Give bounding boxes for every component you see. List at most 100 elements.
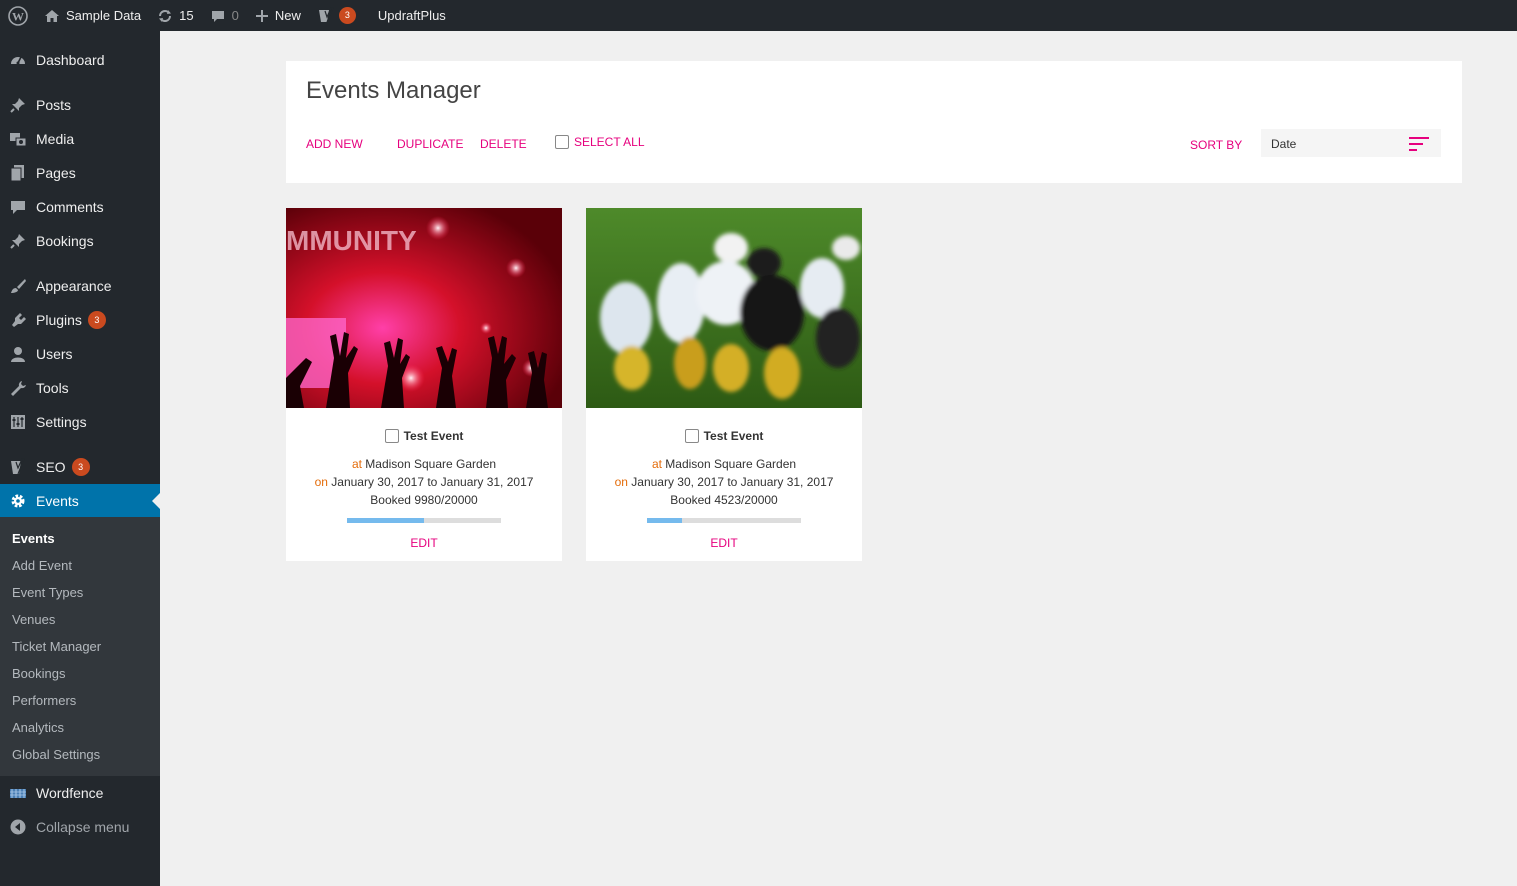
- home-icon: [44, 8, 60, 24]
- menu-plugins[interactable]: Plugins 3: [0, 303, 160, 337]
- menu-plugins-label: Plugins: [36, 312, 82, 328]
- plus-icon: [255, 9, 269, 23]
- comment-icon: [0, 198, 36, 216]
- submenu-bookings[interactable]: Bookings: [12, 666, 65, 681]
- collapse-menu-button[interactable]: Collapse menu: [0, 810, 160, 844]
- submenu-performers[interactable]: Performers: [12, 693, 76, 708]
- menu-tools[interactable]: Tools: [0, 371, 160, 405]
- wrench-icon: [0, 379, 36, 397]
- delete-button[interactable]: DELETE: [480, 137, 527, 151]
- menu-wordfence[interactable]: Wordfence: [0, 776, 160, 810]
- event-date-range: January 30, 2017 to January 31, 2017: [331, 475, 534, 489]
- event-title-label: Test Event: [703, 429, 764, 443]
- menu-tools-label: Tools: [36, 380, 69, 396]
- venue-keyword: at: [651, 457, 662, 471]
- updraftplus-link[interactable]: UpdraftPlus: [370, 0, 454, 31]
- submenu-venues[interactable]: Venues: [12, 612, 55, 627]
- menu-events[interactable]: Events: [0, 484, 160, 518]
- venue-keyword: at: [351, 457, 362, 471]
- event-venue: at Madison Square Garden: [286, 457, 562, 471]
- updraftplus-label: UpdraftPlus: [377, 8, 446, 23]
- image-sign-text: MMUNITY: [286, 225, 417, 256]
- site-name-link[interactable]: Sample Data: [36, 0, 149, 31]
- event-select-checkbox[interactable]: [684, 429, 699, 443]
- event-venue: at Madison Square Garden: [586, 457, 862, 471]
- gear-icon: [0, 492, 36, 510]
- submenu-analytics[interactable]: Analytics: [12, 720, 64, 735]
- dashboard-icon: [0, 51, 36, 69]
- updates-link[interactable]: 15: [149, 0, 201, 31]
- submenu-ticket-manager[interactable]: Ticket Manager: [12, 639, 101, 654]
- menu-dashboard[interactable]: Dashboard: [0, 43, 160, 77]
- event-dates: on January 30, 2017 to January 31, 2017: [286, 475, 562, 489]
- comments-link[interactable]: 0: [202, 0, 247, 31]
- menu-comments[interactable]: Comments: [0, 190, 160, 224]
- new-label: New: [274, 8, 301, 23]
- menu-appearance[interactable]: Appearance: [0, 269, 160, 303]
- booking-progress-fill: [347, 518, 424, 523]
- user-icon: [0, 345, 36, 363]
- menu-seo[interactable]: SEO 3: [0, 450, 160, 484]
- updates-count: 15: [179, 8, 194, 23]
- admin-bar: W Sample Data 15 0 New 3 UpdraftPlus: [0, 0, 1517, 31]
- yoast-icon: [317, 6, 335, 25]
- select-all[interactable]: SELECT ALL: [555, 135, 645, 149]
- menu-settings-label: Settings: [36, 414, 87, 430]
- event-title: Test Event: [586, 429, 862, 443]
- seo-link[interactable]: 3: [309, 0, 364, 31]
- menu-posts[interactable]: Posts: [0, 88, 160, 122]
- wordfence-icon: [0, 784, 36, 802]
- dates-keyword: on: [314, 475, 328, 489]
- wordpress-logo[interactable]: W: [0, 0, 36, 31]
- menu-bookings-label: Bookings: [36, 233, 94, 249]
- booking-progress-bar: [347, 518, 501, 523]
- menu-pages[interactable]: Pages: [0, 156, 160, 190]
- seo-menu-badge: 3: [71, 458, 90, 476]
- edit-event-button[interactable]: EDIT: [286, 536, 562, 550]
- event-booked: Booked 4523/20000: [670, 493, 778, 507]
- submenu-event-types[interactable]: Event Types: [12, 585, 83, 600]
- event-card: MMUNITY Test Event at Madison Square Gar…: [286, 208, 562, 561]
- menu-media-label: Media: [36, 131, 75, 147]
- sort-by-label: SORT BY: [1190, 138, 1243, 152]
- menu-users-label: Users: [36, 346, 73, 362]
- page-title: Events Manager: [306, 77, 481, 104]
- edit-event-button[interactable]: EDIT: [586, 536, 862, 550]
- venue-name: Madison Square Garden: [365, 457, 497, 471]
- booking-progress-bar: [647, 518, 801, 523]
- menu-users[interactable]: Users: [0, 337, 160, 371]
- event-title-label: Test Event: [403, 429, 464, 443]
- event-date-range: January 30, 2017 to January 31, 2017: [631, 475, 834, 489]
- site-name-label: Sample Data: [66, 8, 142, 23]
- plugin-icon: [0, 311, 36, 329]
- menu-appearance-label: Appearance: [36, 278, 112, 294]
- submenu-global-settings[interactable]: Global Settings: [12, 747, 100, 762]
- new-content-link[interactable]: New: [247, 0, 309, 31]
- duplicate-button[interactable]: DUPLICATE: [397, 137, 463, 151]
- add-new-button[interactable]: ADD NEW: [306, 137, 363, 151]
- select-all-checkbox[interactable]: [555, 135, 569, 149]
- event-select-checkbox[interactable]: [384, 429, 399, 443]
- seo-badge: 3: [338, 7, 356, 24]
- svg-text:W: W: [12, 9, 24, 23]
- submenu-events[interactable]: Events: [12, 531, 55, 546]
- plugins-badge: 3: [87, 311, 106, 329]
- select-all-label: SELECT ALL: [574, 135, 645, 149]
- brush-icon: [0, 277, 36, 295]
- menu-bookings[interactable]: Bookings: [0, 224, 160, 258]
- menu-events-label: Events: [36, 493, 79, 509]
- event-image-concert: MMUNITY: [286, 208, 562, 408]
- sort-select[interactable]: Date: [1261, 129, 1441, 157]
- menu-media[interactable]: Media: [0, 122, 160, 156]
- menu-wordfence-label: Wordfence: [36, 785, 104, 801]
- menu-comments-label: Comments: [36, 199, 104, 215]
- events-manager-panel: Events Manager ADD NEW DUPLICATE DELETE …: [286, 61, 1462, 183]
- wordpress-icon: W: [8, 5, 28, 26]
- sort-icon[interactable]: [1408, 136, 1430, 157]
- event-image-football: [586, 208, 862, 408]
- event-dates: on January 30, 2017 to January 31, 2017: [586, 475, 862, 489]
- menu-settings[interactable]: Settings: [0, 405, 160, 439]
- submenu-add-event[interactable]: Add Event: [12, 558, 72, 573]
- comments-count: 0: [231, 8, 239, 23]
- admin-sidebar: Dashboard Posts Media Pages Comments Boo…: [0, 31, 160, 886]
